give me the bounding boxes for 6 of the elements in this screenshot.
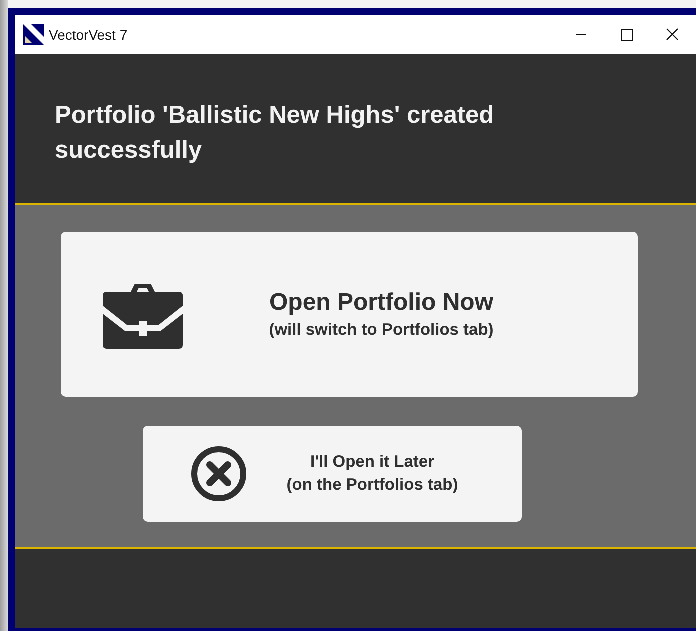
window-title: VectorVest 7 (49, 26, 128, 42)
open-portfolio-button[interactable]: Open Portfolio Now (will switch to Portfolios tab) (61, 232, 638, 397)
app-logo-icon (23, 24, 44, 45)
cancel-icon (191, 446, 247, 502)
open-later-button[interactable]: I'll Open it Later (on the Portfolios tab) (143, 426, 522, 522)
success-message: Portfolio 'Ballistic New Highs' created successfully (55, 101, 496, 166)
